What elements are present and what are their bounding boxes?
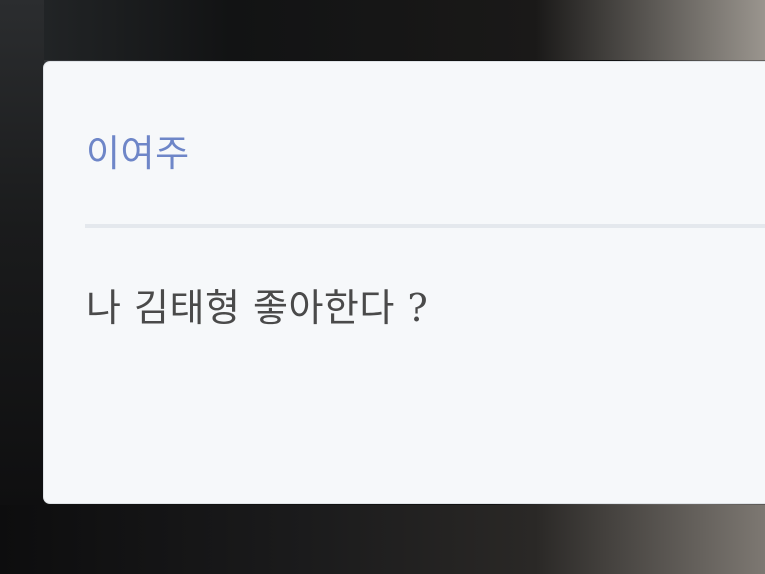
dialogue-box[interactable]: 이여주 나 김태형 좋아한다 ? — [43, 61, 765, 504]
speaker-name: 이여주 — [86, 132, 190, 175]
divider — [85, 224, 765, 228]
background-photo-bottom — [0, 505, 765, 574]
background-photo-top — [0, 0, 765, 60]
dialogue-message: 나 김태형 좋아한다 ? — [86, 286, 429, 330]
background-photo-left — [0, 0, 44, 574]
